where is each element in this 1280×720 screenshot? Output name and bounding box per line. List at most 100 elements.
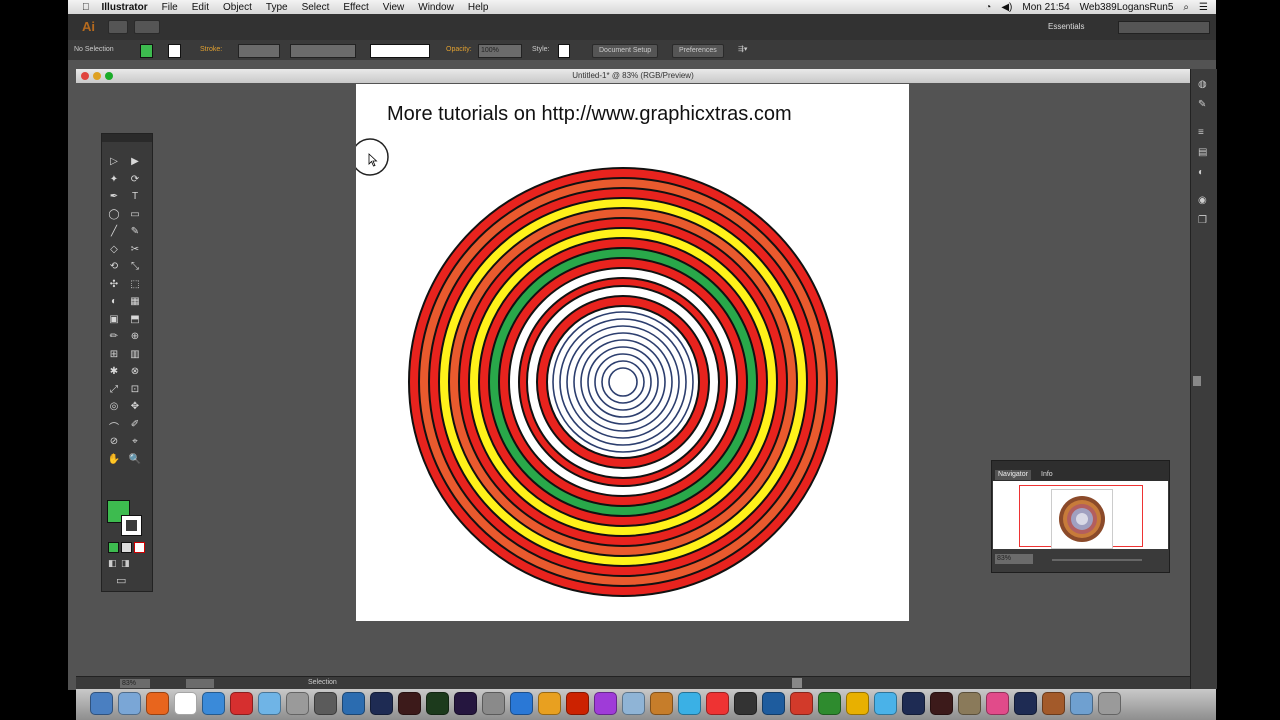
stroke-panel-icon[interactable]: ≡ <box>1198 127 1204 138</box>
dock-app-icon[interactable] <box>678 692 701 715</box>
tab-navigator[interactable]: Navigator <box>995 470 1031 480</box>
artboard-navigation[interactable] <box>186 679 214 688</box>
apple-icon[interactable]:  <box>82 2 90 13</box>
tool-button[interactable]: ▦ <box>127 296 143 310</box>
dock-app-icon[interactable] <box>118 692 141 715</box>
menu-file[interactable]: File <box>162 2 178 13</box>
tool-button[interactable]: ⬚ <box>127 279 143 293</box>
tool-button[interactable]: T <box>127 191 143 205</box>
tool-button[interactable]: ╱ <box>106 226 122 240</box>
navigator-preview[interactable] <box>993 481 1168 549</box>
menu-view[interactable]: View <box>383 2 405 13</box>
dock-app-icon[interactable] <box>1042 692 1065 715</box>
dock-app-icon[interactable] <box>902 692 925 715</box>
gradient-panel-icon[interactable]: ▤ <box>1198 147 1207 158</box>
appearance-panel-icon[interactable]: ◉ <box>1198 195 1207 206</box>
dock-app-icon[interactable] <box>958 692 981 715</box>
dock-app-icon[interactable] <box>566 692 589 715</box>
tool-button[interactable]: ⌖ <box>127 436 143 450</box>
dock-app-icon[interactable] <box>1070 692 1093 715</box>
tool-button[interactable]: ⤡ <box>127 261 143 275</box>
dock-app-icon[interactable] <box>538 692 561 715</box>
horizontal-scroll-thumb[interactable] <box>792 678 802 688</box>
draw-behind-icon[interactable]: ◨ <box>121 558 130 569</box>
dock-app-icon[interactable] <box>874 692 897 715</box>
menubar-user[interactable]: Web389LogansRun5 <box>1080 2 1174 13</box>
wifi-icon[interactable]: ◔ <box>985 2 991 13</box>
vertical-scroll-thumb[interactable] <box>1193 376 1201 386</box>
stroke-weight-field[interactable] <box>238 44 280 58</box>
tool-button[interactable]: 🔍 <box>127 454 143 468</box>
tool-button[interactable]: ✎ <box>127 226 143 240</box>
dock-app-icon[interactable] <box>482 692 505 715</box>
arrange-documents-button[interactable] <box>134 20 160 34</box>
variable-width-profile[interactable] <box>290 44 356 58</box>
volume-icon[interactable]: ◀) <box>1001 2 1012 13</box>
dock-app-icon[interactable] <box>1098 692 1121 715</box>
dock-app-icon[interactable] <box>986 692 1009 715</box>
menu-window[interactable]: Window <box>418 2 454 13</box>
layers-panel-icon[interactable]: ❐ <box>1198 215 1207 226</box>
tool-button[interactable]: ⊗ <box>127 366 143 380</box>
bridge-button[interactable] <box>108 20 128 34</box>
tool-button[interactable]: ◐ <box>106 296 122 310</box>
dock-app-icon[interactable] <box>1014 692 1037 715</box>
menu-edit[interactable]: Edit <box>192 2 209 13</box>
tool-button[interactable]: ◇ <box>106 244 122 258</box>
tool-button[interactable]: ✋ <box>106 454 122 468</box>
stroke-color-swatch[interactable] <box>121 515 142 536</box>
dock-app-icon[interactable] <box>426 692 449 715</box>
tool-button[interactable]: ✏ <box>106 331 122 345</box>
tool-button[interactable]: ⊕ <box>127 331 143 345</box>
screen-mode-icon[interactable]: ▭ <box>116 574 126 587</box>
graphic-style-swatch[interactable] <box>558 44 570 58</box>
color-panel-icon[interactable]: ◍ <box>1198 79 1207 90</box>
dock-app-icon[interactable] <box>790 692 813 715</box>
concentric-circles-artwork[interactable] <box>356 84 909 621</box>
dock-app-icon[interactable] <box>818 692 841 715</box>
dock-app-icon[interactable] <box>650 692 673 715</box>
tool-button[interactable]: ◎ <box>106 401 122 415</box>
dock-app-icon[interactable] <box>622 692 645 715</box>
dock-app-icon[interactable] <box>594 692 617 715</box>
tool-button[interactable]: ✥ <box>127 401 143 415</box>
opacity-label[interactable]: Opacity: <box>446 44 472 56</box>
tool-button[interactable]: ✒ <box>106 191 122 205</box>
menu-type[interactable]: Type <box>266 2 288 13</box>
tool-button[interactable]: ▷ <box>106 156 122 170</box>
tool-button[interactable]: ▣ <box>106 314 122 328</box>
arrange-icon[interactable]: ⇶▾ <box>738 44 747 56</box>
tab-info[interactable]: Info <box>1038 470 1056 480</box>
tool-button[interactable]: ⊞ <box>106 349 122 363</box>
dock-app-icon[interactable] <box>90 692 113 715</box>
concentric-rings[interactable] <box>408 167 838 597</box>
dock-app-icon[interactable] <box>846 692 869 715</box>
color-guide-icon[interactable]: ✎ <box>1198 99 1206 110</box>
preferences-button[interactable]: Preferences <box>672 44 724 58</box>
minimize-icon[interactable] <box>93 72 101 80</box>
menu-help[interactable]: Help <box>468 2 489 13</box>
tool-button[interactable]: ◯ <box>106 209 122 223</box>
dock-app-icon[interactable] <box>258 692 281 715</box>
menu-app-name[interactable]: Illustrator <box>102 2 148 13</box>
dock-app-icon[interactable] <box>454 692 477 715</box>
dock-app-icon[interactable] <box>230 692 253 715</box>
brush-definition[interactable] <box>370 44 430 58</box>
transparency-panel-icon[interactable]: ◐ <box>1198 167 1204 178</box>
dock-app-icon[interactable] <box>930 692 953 715</box>
opacity-field[interactable]: 100% <box>478 44 522 58</box>
navigator-zoom-slider[interactable] <box>1052 559 1142 561</box>
tool-button[interactable]: ✦ <box>106 174 122 188</box>
stroke-swatch[interactable] <box>168 44 181 58</box>
menu-select[interactable]: Select <box>302 2 330 13</box>
close-icon[interactable] <box>81 72 89 80</box>
menubar-clock[interactable]: Mon 21:54 <box>1022 2 1069 13</box>
notification-icon[interactable]: ☰ <box>1199 2 1208 13</box>
dock-app-icon[interactable] <box>202 692 225 715</box>
dock-app-icon[interactable] <box>146 692 169 715</box>
dock-app-icon[interactable] <box>370 692 393 715</box>
dock-app-icon[interactable] <box>706 692 729 715</box>
tool-button[interactable]: ✱ <box>106 366 122 380</box>
tool-button[interactable]: ✣ <box>106 279 122 293</box>
dock-app-icon[interactable] <box>342 692 365 715</box>
